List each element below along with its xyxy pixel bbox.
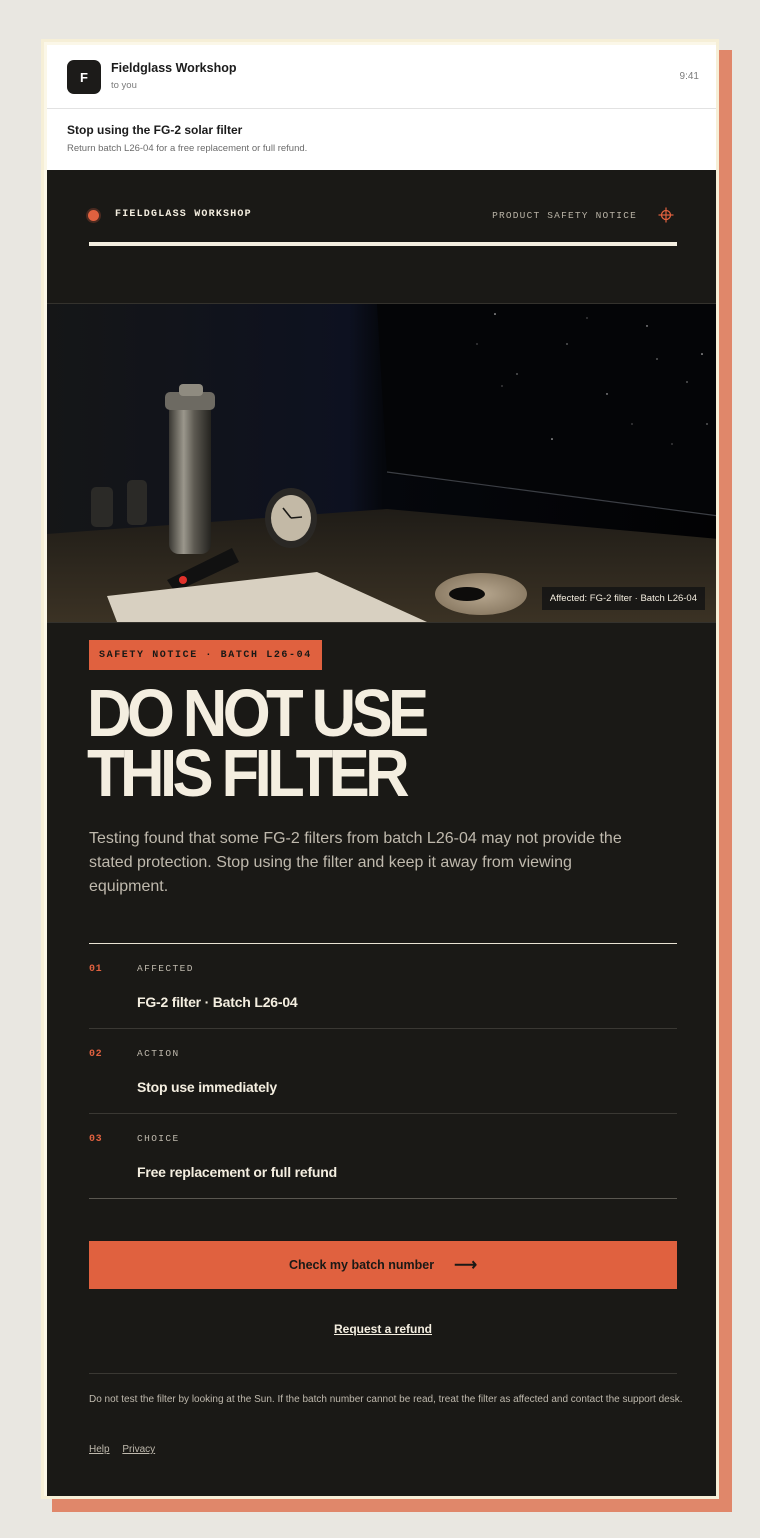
email-body: FIELDGLASS WORKSHOP PRODUCT SAFETY NOTIC… xyxy=(47,170,716,1496)
email-preview: Return batch L26-04 for a free replaceme… xyxy=(67,143,308,154)
footer-rule xyxy=(89,1373,677,1374)
recipient-label: to you xyxy=(111,80,137,91)
header-rule xyxy=(89,242,677,246)
detail-number: 01 xyxy=(89,964,103,975)
email-time: 9:41 xyxy=(679,71,699,82)
footer-links: Help Privacy xyxy=(89,1444,165,1455)
check-batch-label: Check my batch number xyxy=(288,1258,435,1272)
headline-line-2: THIS FILTER xyxy=(87,736,410,811)
details-list: 01 AFFECTED FG-2 filter · Batch L26-04 0… xyxy=(89,943,677,1199)
sender-avatar: F xyxy=(67,60,101,94)
detail-value: Stop use immediately xyxy=(137,1079,277,1095)
detail-row: 02 ACTION Stop use immediately xyxy=(89,1029,677,1114)
refund-link-wrap: Request a refund xyxy=(47,1320,716,1338)
detail-value: FG-2 filter · Batch L26-04 xyxy=(137,994,298,1010)
detail-value: Free replacement or full refund xyxy=(137,1164,337,1180)
email-subject: Stop using the FG-2 solar filter xyxy=(67,123,243,137)
footer-note: Do not test the filter by looking at the… xyxy=(89,1394,683,1405)
hero-scene-image xyxy=(47,304,716,622)
detail-label: ACTION xyxy=(137,1048,180,1059)
brand-name: FIELDGLASS WORKSHOP xyxy=(115,209,252,220)
arrow-right-icon: ⟶ xyxy=(454,1257,478,1274)
detail-label: AFFECTED xyxy=(137,963,194,974)
hero-caption: Affected: FG-2 filter · Batch L26-04 xyxy=(541,587,705,610)
brand-dot-icon xyxy=(88,210,99,221)
headline: DO NOT USE THIS FILTER xyxy=(87,676,602,811)
detail-number: 03 xyxy=(89,1134,103,1145)
detail-row: 03 CHOICE Free replacement or full refun… xyxy=(89,1114,677,1199)
request-refund-link[interactable]: Request a refund xyxy=(334,1322,432,1336)
hero-image: Affected: FG-2 filter · Batch L26-04 xyxy=(47,303,716,623)
privacy-link[interactable]: Privacy xyxy=(122,1444,155,1455)
safety-tag: SAFETY NOTICE · BATCH L26-04 xyxy=(89,640,322,670)
headline-line-1: DO NOT USE xyxy=(87,676,429,751)
detail-label: CHOICE xyxy=(137,1133,180,1144)
sender-name: Fieldglass Workshop xyxy=(111,61,237,75)
email-header: F Fieldglass Workshop to you 9:41 xyxy=(47,45,716,109)
email-card: F Fieldglass Workshop to you 9:41 Stop u… xyxy=(41,39,719,1499)
detail-row: 01 AFFECTED FG-2 filter · Batch L26-04 xyxy=(89,944,677,1029)
detail-number: 02 xyxy=(89,1049,103,1060)
help-link[interactable]: Help xyxy=(89,1444,110,1455)
crosshair-icon xyxy=(658,207,674,223)
lede-text: Testing found that some FG-2 filters fro… xyxy=(89,830,622,895)
subject-bar: Stop using the FG-2 solar filter Return … xyxy=(47,109,716,170)
check-batch-button[interactable]: Check my batch number ⟶ xyxy=(89,1241,677,1289)
notice-label: PRODUCT SAFETY NOTICE xyxy=(492,210,637,221)
